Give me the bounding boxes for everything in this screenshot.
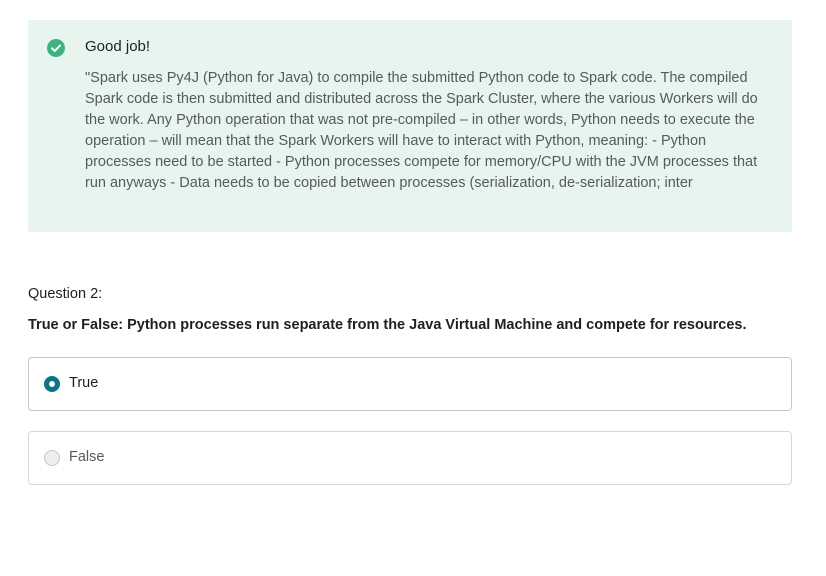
radio-unselected-icon[interactable] bbox=[44, 450, 60, 466]
option-true[interactable]: True bbox=[28, 357, 792, 411]
feedback-panel: Good job! "Spark uses Py4J (Python for J… bbox=[28, 20, 792, 232]
option-label: False bbox=[69, 449, 105, 465]
radio-selected-icon[interactable] bbox=[44, 376, 60, 392]
question-number: Question 2: bbox=[28, 286, 103, 302]
check-circle-icon bbox=[47, 39, 65, 57]
feedback-explanation: "Spark uses Py4J (Python for Java) to co… bbox=[85, 70, 758, 191]
option-label: True bbox=[69, 375, 99, 391]
quiz-page: Good job! "Spark uses Py4J (Python for J… bbox=[0, 0, 826, 576]
option-false[interactable]: False bbox=[28, 431, 792, 485]
feedback-title: Good job! bbox=[85, 38, 151, 55]
question-prompt: True or False: Python processes run sepa… bbox=[28, 317, 747, 333]
